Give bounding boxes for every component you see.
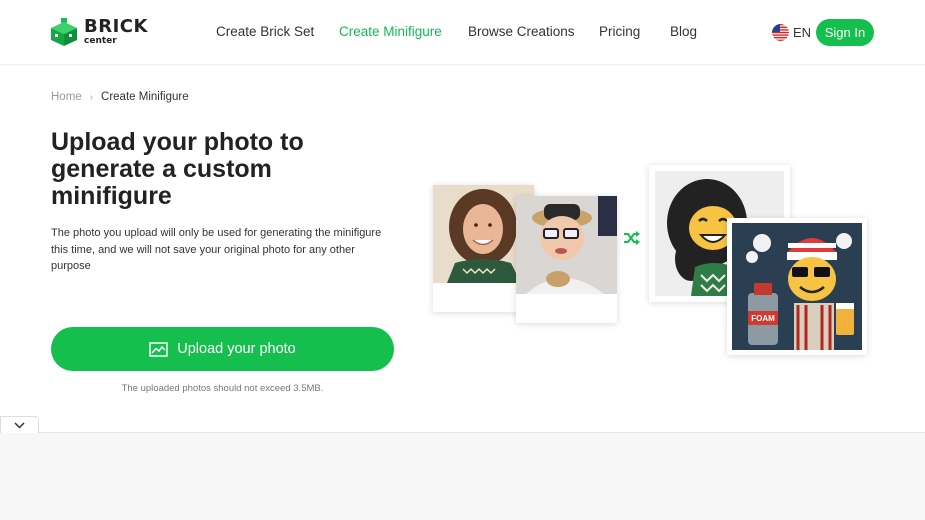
brand-sub: center [84,36,117,46]
brand-logo[interactable]: BRICK center [50,17,148,47]
nav-create-brick-set[interactable]: Create Brick Set [216,24,314,39]
child-photo-image [516,196,617,294]
section-divider [0,432,925,433]
breadcrumb-home[interactable]: Home [51,91,82,103]
breadcrumb: Home › Create Minifigure [51,91,189,103]
language-selector[interactable]: EN [772,24,811,41]
nav-pricing[interactable]: Pricing [599,24,640,39]
page-title: Upload your photo to generate a custom m… [51,128,304,210]
nav-blog[interactable]: Blog [670,24,697,39]
shuffle-icon [624,231,640,245]
minifigure-child-image: FOAM [732,223,862,350]
chevron-down-icon [14,422,25,429]
result-minifigure-child: FOAM [727,218,867,355]
sign-in-button[interactable]: Sign In [816,19,874,46]
brick-logo-icon [51,18,77,46]
nav-create-minifigure[interactable]: Create Minifigure [339,24,442,39]
chevron-right-icon: › [89,91,94,103]
nav-browse-creations[interactable]: Browse Creations [468,24,575,39]
breadcrumb-current: Create Minifigure [101,91,189,103]
collapse-toggle[interactable] [0,416,39,433]
privacy-description: The photo you upload will only be used f… [51,227,382,272]
language-code: EN [793,25,812,40]
image-icon [149,341,168,357]
us-flag-icon [772,24,789,41]
brand-name: BRICK [84,16,148,37]
foam-can-label: FOAM [751,314,775,323]
upload-photo-button[interactable]: Upload your photo [51,327,394,371]
site-header: BRICK center Create Brick Set Create Min… [0,0,925,65]
upload-size-note: The uploaded photos should not exceed 3.… [121,383,324,394]
sample-photo-child [516,196,617,323]
upload-photo-label: Upload your photo [177,341,296,357]
